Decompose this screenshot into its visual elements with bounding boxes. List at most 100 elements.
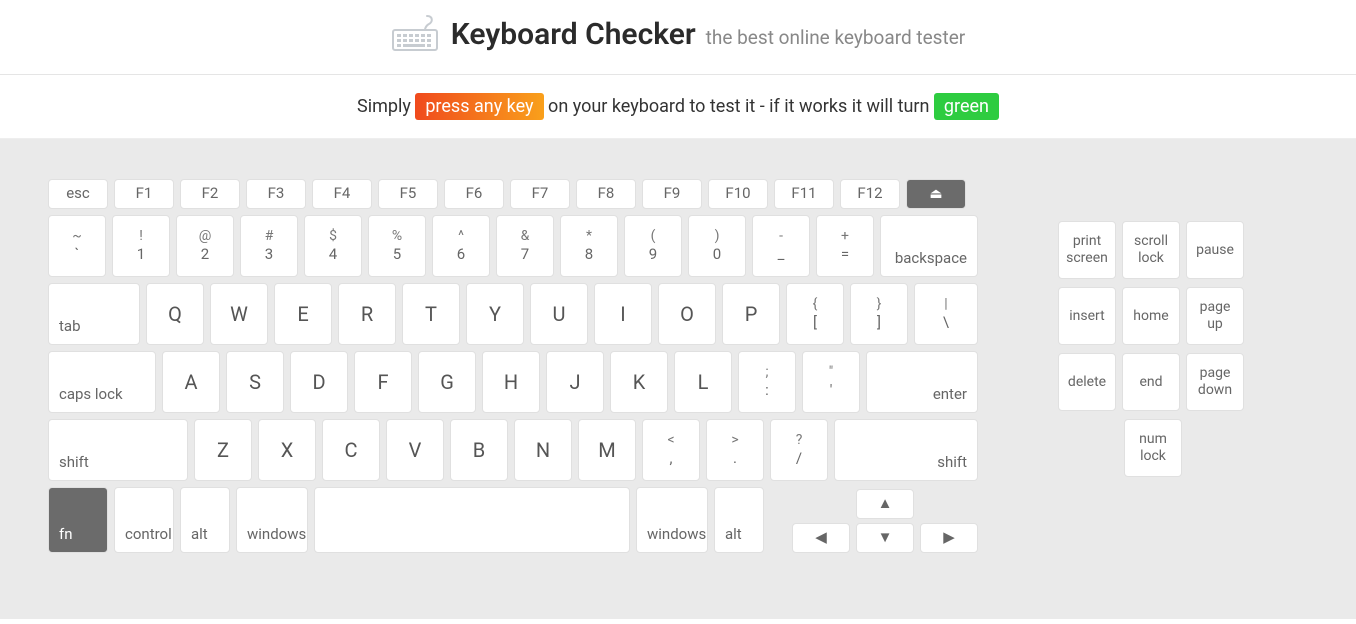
press-any-key-badge: press any key bbox=[415, 93, 543, 120]
key-f1[interactable]: F1 bbox=[114, 179, 174, 209]
key-comma[interactable]: <, bbox=[642, 419, 700, 481]
key-f4[interactable]: F4 bbox=[312, 179, 372, 209]
key-arrow-down[interactable]: ▼ bbox=[856, 523, 914, 553]
key-alt-left[interactable]: alt bbox=[180, 487, 230, 553]
key-y[interactable]: Y bbox=[466, 283, 524, 345]
key-6[interactable]: ^6 bbox=[432, 215, 490, 277]
key-control[interactable]: control bbox=[114, 487, 174, 553]
key-d[interactable]: D bbox=[290, 351, 348, 413]
key-r[interactable]: R bbox=[338, 283, 396, 345]
main-keyboard: esc F1 F2 F3 F4 F5 F6 F7 F8 F9 F10 F11 F… bbox=[48, 179, 978, 559]
key-b[interactable]: B bbox=[450, 419, 508, 481]
key-n[interactable]: N bbox=[514, 419, 572, 481]
key-backspace[interactable]: backspace bbox=[880, 215, 978, 277]
row-function: esc F1 F2 F3 F4 F5 F6 F7 F8 F9 F10 F11 F… bbox=[48, 179, 978, 209]
key-a[interactable]: A bbox=[162, 351, 220, 413]
key-capslock[interactable]: caps lock bbox=[48, 351, 156, 413]
key-tab[interactable]: tab bbox=[48, 283, 140, 345]
key-f8[interactable]: F8 bbox=[576, 179, 636, 209]
key-f3[interactable]: F3 bbox=[246, 179, 306, 209]
key-f5[interactable]: F5 bbox=[378, 179, 438, 209]
row-numbers: ~` !1 @2 #3 $4 %5 ^6 &7 *8 (9 )0 -_ += b… bbox=[48, 215, 978, 277]
key-4[interactable]: $4 bbox=[304, 215, 362, 277]
key-slash[interactable]: ?/ bbox=[770, 419, 828, 481]
key-k[interactable]: K bbox=[610, 351, 668, 413]
key-v[interactable]: V bbox=[386, 419, 444, 481]
key-minus[interactable]: -_ bbox=[752, 215, 810, 277]
key-2[interactable]: @2 bbox=[176, 215, 234, 277]
key-i[interactable]: I bbox=[594, 283, 652, 345]
key-esc[interactable]: esc bbox=[48, 179, 108, 209]
row-bottom: fn control alt windows windows alt ◀ ▲ ▼… bbox=[48, 487, 978, 553]
key-arrow-up[interactable]: ▲ bbox=[856, 489, 914, 519]
key-pageup[interactable]: page up bbox=[1186, 287, 1244, 345]
key-windows-right[interactable]: windows bbox=[636, 487, 708, 553]
key-scrolllock[interactable]: scroll lock bbox=[1122, 221, 1180, 279]
key-shift-right[interactable]: shift bbox=[834, 419, 978, 481]
key-eject[interactable]: ⏏ bbox=[906, 179, 966, 209]
key-equals[interactable]: += bbox=[816, 215, 874, 277]
key-3[interactable]: #3 bbox=[240, 215, 298, 277]
key-end[interactable]: end bbox=[1122, 353, 1180, 411]
key-f11[interactable]: F11 bbox=[774, 179, 834, 209]
key-shift-left[interactable]: shift bbox=[48, 419, 188, 481]
key-u[interactable]: U bbox=[530, 283, 588, 345]
key-fn[interactable]: fn bbox=[48, 487, 108, 553]
key-t[interactable]: T bbox=[402, 283, 460, 345]
key-5[interactable]: %5 bbox=[368, 215, 426, 277]
key-delete[interactable]: delete bbox=[1058, 353, 1116, 411]
key-bracket-left[interactable]: {[ bbox=[786, 283, 844, 345]
key-z[interactable]: Z bbox=[194, 419, 252, 481]
key-h[interactable]: H bbox=[482, 351, 540, 413]
key-m[interactable]: M bbox=[578, 419, 636, 481]
key-q[interactable]: Q bbox=[146, 283, 204, 345]
row-zxcv: shift Z X C V B N M <, >. ?/ shift bbox=[48, 419, 978, 481]
key-semicolon[interactable]: ;: bbox=[738, 351, 796, 413]
key-p[interactable]: P bbox=[722, 283, 780, 345]
key-period[interactable]: >. bbox=[706, 419, 764, 481]
key-arrow-left[interactable]: ◀ bbox=[792, 523, 850, 553]
key-pagedown[interactable]: page down bbox=[1186, 353, 1244, 411]
key-insert[interactable]: insert bbox=[1058, 287, 1116, 345]
eject-icon: ⏏ bbox=[929, 185, 942, 203]
key-f[interactable]: F bbox=[354, 351, 412, 413]
key-numlock[interactable]: num lock bbox=[1124, 419, 1182, 477]
key-c[interactable]: C bbox=[322, 419, 380, 481]
key-home[interactable]: home bbox=[1122, 287, 1180, 345]
key-f2[interactable]: F2 bbox=[180, 179, 240, 209]
key-0[interactable]: )0 bbox=[688, 215, 746, 277]
keyboard-icon bbox=[391, 14, 439, 52]
key-l[interactable]: L bbox=[674, 351, 732, 413]
key-e[interactable]: E bbox=[274, 283, 332, 345]
key-space[interactable] bbox=[314, 487, 630, 553]
instruction-mid: on your keyboard to test it - if it work… bbox=[548, 96, 934, 117]
key-o[interactable]: O bbox=[658, 283, 716, 345]
key-g[interactable]: G bbox=[418, 351, 476, 413]
key-bracket-right[interactable]: }] bbox=[850, 283, 908, 345]
key-arrow-right[interactable]: ▶ bbox=[920, 523, 978, 553]
key-8[interactable]: *8 bbox=[560, 215, 618, 277]
key-f10[interactable]: F10 bbox=[708, 179, 768, 209]
key-1[interactable]: !1 bbox=[112, 215, 170, 277]
key-9[interactable]: (9 bbox=[624, 215, 682, 277]
key-j[interactable]: J bbox=[546, 351, 604, 413]
key-printscreen[interactable]: print screen bbox=[1058, 221, 1116, 279]
key-pause[interactable]: pause bbox=[1186, 221, 1244, 279]
header: Keyboard Checker the best online keyboar… bbox=[0, 0, 1356, 75]
key-s[interactable]: S bbox=[226, 351, 284, 413]
key-enter[interactable]: enter bbox=[866, 351, 978, 413]
key-alt-right[interactable]: alt bbox=[714, 487, 764, 553]
row-qwerty: tab Q W E R T Y U I O P {[ }] |\ bbox=[48, 283, 978, 345]
key-backtick[interactable]: ~` bbox=[48, 215, 106, 277]
key-f9[interactable]: F9 bbox=[642, 179, 702, 209]
key-f7[interactable]: F7 bbox=[510, 179, 570, 209]
key-quote[interactable]: "' bbox=[802, 351, 860, 413]
page-subtitle: the best online keyboard tester bbox=[706, 26, 966, 49]
key-windows-left[interactable]: windows bbox=[236, 487, 308, 553]
key-f12[interactable]: F12 bbox=[840, 179, 900, 209]
key-f6[interactable]: F6 bbox=[444, 179, 504, 209]
key-w[interactable]: W bbox=[210, 283, 268, 345]
key-7[interactable]: &7 bbox=[496, 215, 554, 277]
key-x[interactable]: X bbox=[258, 419, 316, 481]
key-backslash[interactable]: |\ bbox=[914, 283, 978, 345]
